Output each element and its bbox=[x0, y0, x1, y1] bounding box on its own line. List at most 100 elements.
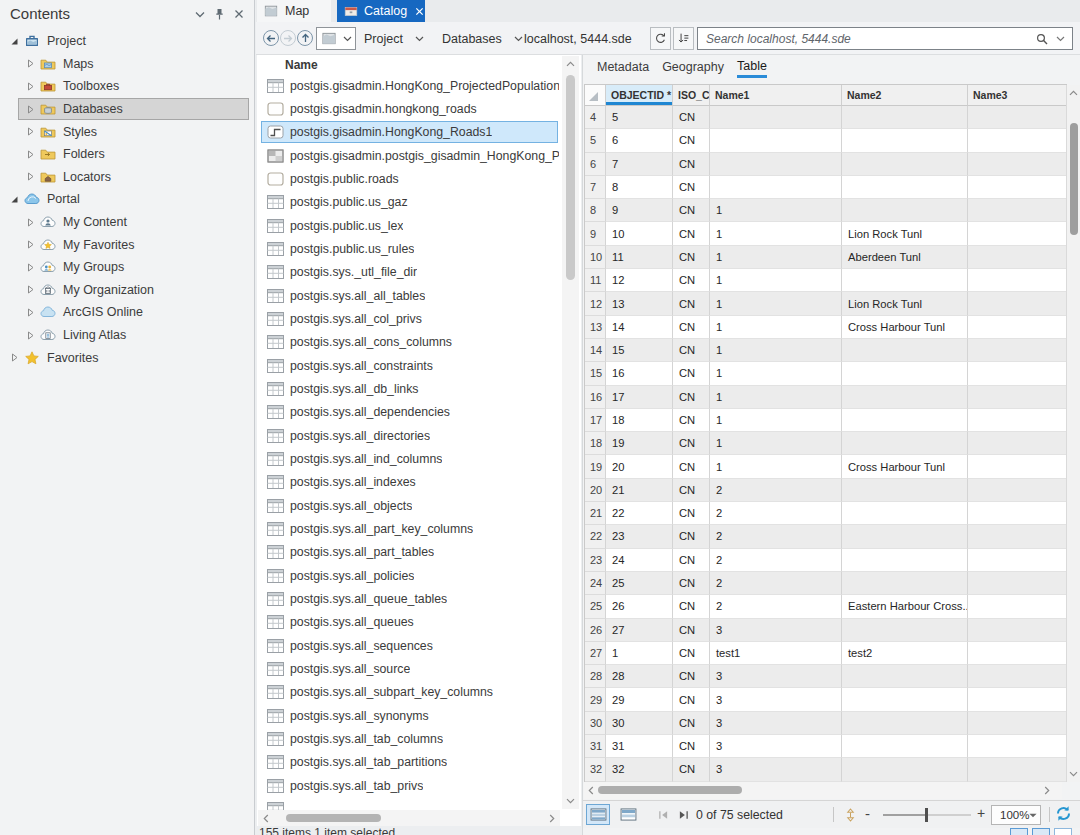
tree-item-my-groups[interactable]: My Groups bbox=[0, 256, 254, 279]
table-row[interactable]: 18 19 CN 1 bbox=[585, 432, 1067, 455]
catalog-list-item[interactable]: postgis.sys.all_synonyms bbox=[257, 704, 559, 727]
expand-arrow-icon[interactable] bbox=[24, 81, 36, 91]
catalog-list-item[interactable]: postgis.sys.all_policies bbox=[257, 564, 559, 587]
row-number-cell[interactable]: 29 bbox=[585, 688, 606, 711]
row-number-cell[interactable]: 4 bbox=[585, 106, 606, 129]
table-row[interactable]: 5 6 CN bbox=[585, 129, 1067, 152]
table-row[interactable]: 9 10 CN 1 Lion Rock Tunl bbox=[585, 222, 1067, 245]
catalog-list-item[interactable]: postgis.gisadmin.postgis_gisadmin_HongKo… bbox=[257, 144, 559, 167]
table-row[interactable]: 27 1 CN test1 test2 bbox=[585, 642, 1067, 665]
column-header-name1[interactable]: Name1 bbox=[710, 85, 842, 106]
catalog-list-item[interactable]: postgis.gisadmin.hongkong_roads bbox=[257, 97, 559, 120]
table-row[interactable]: 6 7 CN bbox=[585, 153, 1067, 176]
table-horizontal-scrollbar[interactable] bbox=[584, 782, 1062, 799]
row-number-cell[interactable]: 8 bbox=[585, 199, 606, 222]
catalog-list-item[interactable]: postgis.sys._utl_file_dir bbox=[257, 261, 559, 284]
back-button[interactable] bbox=[263, 30, 279, 46]
expand-arrow-icon[interactable] bbox=[24, 262, 36, 272]
table-row[interactable]: 13 14 CN 1 Cross Harbour Tunl bbox=[585, 316, 1067, 339]
tree-item-arcgis-online[interactable]: ArcGIS Online bbox=[0, 301, 254, 324]
table-row[interactable]: 32 32 CN 3 bbox=[585, 758, 1067, 781]
row-number-cell[interactable]: 26 bbox=[585, 619, 606, 642]
row-number-cell[interactable]: 32 bbox=[585, 758, 606, 781]
catalog-list-item[interactable]: postgis.sys.all_subpart_key_columns bbox=[257, 681, 559, 704]
breadcrumb-databases[interactable]: Databases bbox=[442, 27, 523, 50]
table-row[interactable]: 26 27 CN 3 bbox=[585, 619, 1067, 642]
scroll-up-icon[interactable] bbox=[1067, 86, 1080, 100]
breadcrumb-connection[interactable]: localhost, 5444.sde bbox=[524, 27, 671, 50]
catalog-list-item[interactable]: postgis.public.roads bbox=[257, 167, 559, 190]
tree-item-my-organization[interactable]: My Organization bbox=[0, 279, 254, 302]
zoom-level-dropdown[interactable]: 100% bbox=[991, 805, 1041, 825]
up-button[interactable] bbox=[297, 30, 313, 46]
auto-scroll-icon[interactable] bbox=[838, 804, 862, 825]
catalog-list-item[interactable]: postgis.sys.all_queue_tables bbox=[257, 587, 559, 610]
catalog-list-item[interactable]: postgis.sys.all_objects bbox=[257, 494, 559, 517]
scroll-up-icon[interactable] bbox=[562, 57, 579, 71]
sort-button[interactable] bbox=[673, 27, 694, 50]
catalog-list-item[interactable]: postgis.sys.all_directories bbox=[257, 424, 559, 447]
column-header-iso-cc[interactable]: ISO_CC bbox=[673, 85, 710, 106]
zoom-out-button[interactable]: - bbox=[865, 805, 870, 822]
catalog-list-item[interactable]: postgis.public.us_lex bbox=[257, 214, 559, 237]
catalog-list-item[interactable]: postgis.sys.all_tab_columns bbox=[257, 727, 559, 750]
layout-icon-3[interactable] bbox=[1054, 828, 1072, 835]
catalog-list-item[interactable]: postgis.sys.all_dependencies bbox=[257, 401, 559, 424]
row-number-cell[interactable]: 22 bbox=[585, 525, 606, 548]
catalog-list-item[interactable]: postgis.gisadmin.HongKong_ProjectedPopul… bbox=[257, 74, 559, 97]
search-input[interactable]: Search localhost, 5444.sde bbox=[697, 27, 1073, 50]
table-row[interactable]: 14 15 CN 1 bbox=[585, 339, 1067, 362]
expand-arrow-icon[interactable] bbox=[24, 149, 36, 159]
refresh-table-icon[interactable] bbox=[1055, 805, 1072, 822]
tab-catalog[interactable]: Catalog bbox=[337, 0, 425, 22]
table-row[interactable]: 30 30 CN 3 bbox=[585, 712, 1067, 735]
search-options-chevron-icon[interactable] bbox=[1056, 36, 1065, 42]
row-number-cell[interactable]: 23 bbox=[585, 549, 606, 572]
table-row[interactable]: 12 13 CN 1 Lion Rock Tunl bbox=[585, 292, 1067, 315]
select-all-corner[interactable] bbox=[585, 85, 606, 106]
table-row[interactable]: 25 26 CN 2 Eastern Harbour Cross... bbox=[585, 595, 1067, 618]
tree-item-my-favorites[interactable]: My Favorites bbox=[0, 233, 254, 256]
expand-arrow-icon[interactable] bbox=[24, 59, 36, 69]
catalog-list-item[interactable]: postgis.sys.all_col_privs bbox=[257, 307, 559, 330]
catalog-list-item[interactable]: postgis.sys.all_all_tables bbox=[257, 284, 559, 307]
expand-arrow-icon[interactable] bbox=[24, 330, 36, 340]
tab-metadata[interactable]: Metadata bbox=[597, 60, 649, 76]
expand-arrow-icon[interactable] bbox=[24, 307, 36, 317]
row-number-cell[interactable]: 11 bbox=[585, 269, 606, 292]
catalog-list-item[interactable]: postgis.sys.all_source bbox=[257, 657, 559, 680]
zoom-in-button[interactable]: + bbox=[977, 805, 985, 821]
tree-item-toolboxes[interactable]: Toolboxes bbox=[0, 75, 254, 98]
name-column-header[interactable]: Name bbox=[285, 58, 318, 72]
scrollbar-thumb[interactable] bbox=[1070, 123, 1078, 235]
list-horizontal-scrollbar[interactable] bbox=[258, 810, 560, 826]
close-panel-icon[interactable] bbox=[234, 9, 244, 19]
table-row[interactable]: 7 8 CN bbox=[585, 176, 1067, 199]
panel-options-chevron-icon[interactable] bbox=[195, 11, 205, 18]
show-selected-records-button[interactable] bbox=[616, 804, 640, 825]
expand-arrow-icon[interactable] bbox=[24, 285, 36, 295]
tree-item-favorites[interactable]: Favorites bbox=[0, 346, 254, 369]
scroll-left-icon[interactable] bbox=[588, 786, 594, 795]
refresh-button[interactable] bbox=[650, 27, 671, 50]
expand-arrow-icon[interactable] bbox=[24, 127, 36, 137]
table-row[interactable]: 23 24 CN 2 bbox=[585, 549, 1067, 572]
tree-item-project[interactable]: Project bbox=[0, 30, 254, 53]
table-row[interactable]: 28 28 CN 3 bbox=[585, 665, 1067, 688]
table-row[interactable]: 8 9 CN 1 bbox=[585, 199, 1067, 222]
close-tab-icon[interactable] bbox=[415, 7, 424, 16]
catalog-list-item[interactable]: postgis.public.us_gaz bbox=[257, 191, 559, 214]
row-number-cell[interactable]: 14 bbox=[585, 339, 606, 362]
view-switcher-icons[interactable] bbox=[1010, 828, 1072, 835]
table-row[interactable]: 4 5 CN bbox=[585, 106, 1067, 129]
catalog-list-item[interactable]: postgis.sys.all_db_links bbox=[257, 377, 559, 400]
tree-item-styles[interactable]: Styles bbox=[0, 120, 254, 143]
catalog-list-item[interactable]: postgis.sys.all_queues bbox=[257, 611, 559, 634]
search-icon[interactable] bbox=[1036, 33, 1048, 45]
catalog-list-item[interactable]: postgis.sys.all_part_key_columns bbox=[257, 517, 559, 540]
table-row[interactable]: 16 17 CN 1 bbox=[585, 386, 1067, 409]
table-row[interactable]: 20 21 CN 2 bbox=[585, 479, 1067, 502]
table-row[interactable]: 31 31 CN 3 bbox=[585, 735, 1067, 758]
tree-item-locators[interactable]: Locators bbox=[0, 166, 254, 189]
catalog-list-item[interactable]: postgis.sys.all_cons_columns bbox=[257, 331, 559, 354]
